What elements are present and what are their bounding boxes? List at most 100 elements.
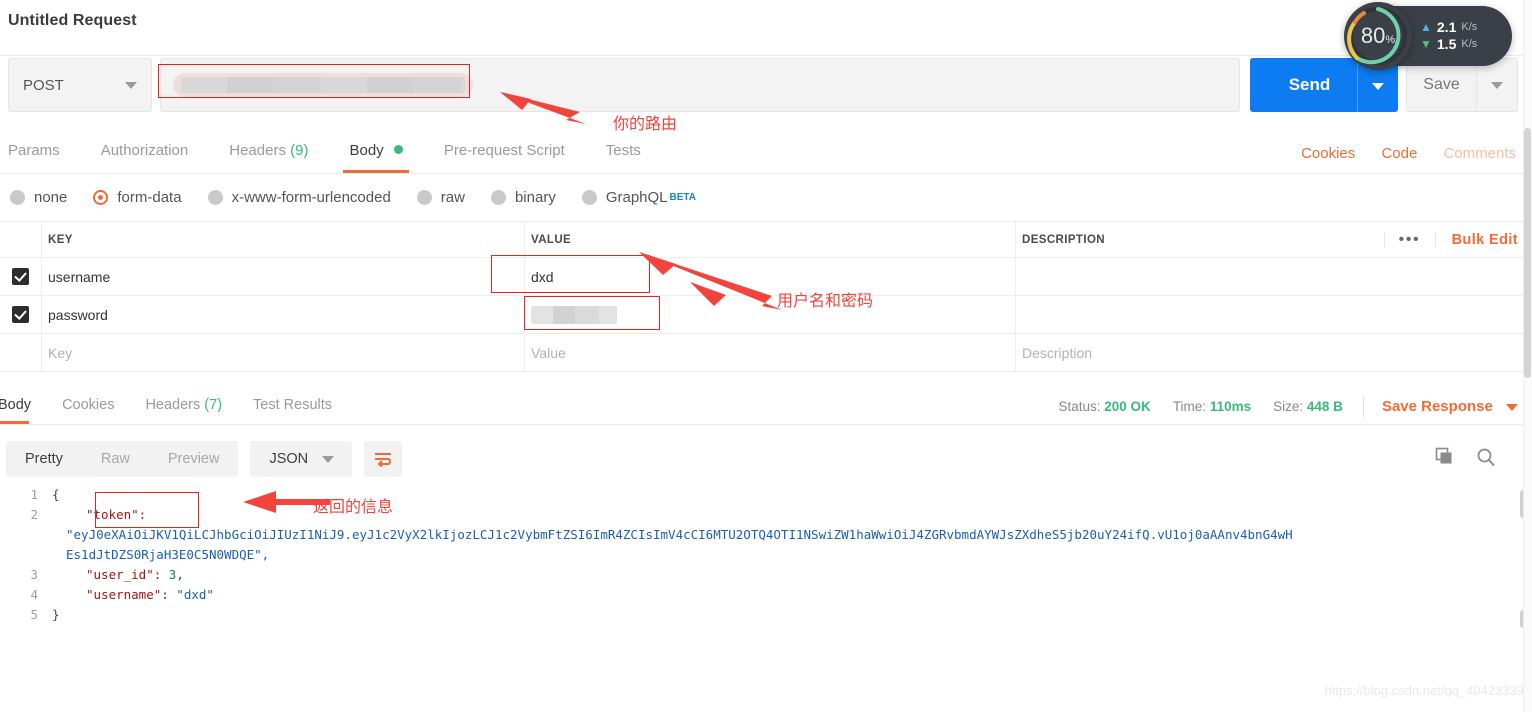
- view-preview[interactable]: Preview: [149, 451, 239, 467]
- time-label: Time:: [1172, 399, 1207, 414]
- new-value-input[interactable]: Value: [525, 334, 1016, 371]
- watermark: https://blog.csdn.net/qq_40423339: [1324, 683, 1525, 698]
- annotation-box-token: [95, 492, 199, 528]
- body-type-graphql[interactable]: GraphQL BETA: [581, 189, 697, 206]
- tab-label: Pre-request Script: [443, 142, 565, 159]
- checkbox-checked-icon: [12, 268, 29, 285]
- comments-link[interactable]: Comments: [1443, 145, 1516, 162]
- tab-headers[interactable]: Headers (9): [229, 142, 308, 173]
- annotation-route-text: 你的路由: [613, 114, 678, 133]
- response-tab-test-results[interactable]: Test Results: [253, 397, 332, 424]
- table-row: username dxd: [0, 258, 1532, 296]
- body-type-binary[interactable]: binary: [490, 189, 556, 206]
- cookies-link[interactable]: Cookies: [1301, 145, 1355, 162]
- response-body-code[interactable]: 1 { 2 "token": "eyJ0eXAiOiJKV1QiLCJhbGci…: [0, 485, 1532, 665]
- radio-icon: [490, 190, 506, 205]
- table-header-row: KEY VALUE DESCRIPTION ••• Bulk Edit: [0, 221, 1532, 258]
- response-toolbar: Pretty Raw Preview JSON: [0, 437, 1532, 481]
- more-options-icon[interactable]: •••: [1383, 232, 1436, 247]
- code-line: 4 "username": "dxd": [0, 585, 1532, 605]
- new-description-input[interactable]: Description: [1016, 334, 1532, 371]
- form-data-table: KEY VALUE DESCRIPTION ••• Bulk Edit user…: [0, 221, 1532, 372]
- response-tab-cookies[interactable]: Cookies: [62, 397, 114, 424]
- tab-count: (9): [290, 142, 309, 159]
- tab-authorization[interactable]: Authorization: [101, 142, 189, 173]
- copy-button[interactable]: [1435, 447, 1454, 471]
- response-tab-headers[interactable]: Headers (7): [145, 397, 222, 424]
- view-raw[interactable]: Raw: [82, 451, 149, 467]
- size-label: Size:: [1273, 399, 1304, 414]
- line-content: "username": "dxd": [52, 585, 214, 605]
- send-dropdown-button[interactable]: [1358, 75, 1398, 95]
- word-wrap-button[interactable]: [364, 441, 403, 477]
- annotation-credentials-text: 用户名和密码: [777, 291, 874, 310]
- chevron-down-icon: [322, 456, 335, 463]
- new-key-input[interactable]: Key: [42, 334, 525, 371]
- upload-arrow-icon: ▲: [1420, 20, 1432, 34]
- row-checkbox[interactable]: [0, 296, 42, 333]
- download-speed-unit: K/s: [1461, 38, 1478, 50]
- upload-speed-row: ▲ 2.1 K/s: [1420, 19, 1477, 36]
- annotation-box-url: [158, 64, 470, 98]
- request-title-bar: Untitled Request: [0, 0, 1532, 44]
- response-format-select[interactable]: JSON: [250, 441, 353, 477]
- upload-speed-unit: K/s: [1461, 21, 1478, 33]
- method-label: POST: [23, 76, 64, 94]
- line-content: "user_id": 3,: [52, 565, 184, 585]
- response-meta: Status: 200 OK Time: 110ms Size: 448 B S…: [1036, 395, 1518, 418]
- body-type-label: form-data: [117, 189, 182, 206]
- request-tabs-actions: Cookies Code Comments: [1279, 145, 1516, 162]
- row-checkbox-empty[interactable]: [0, 334, 42, 371]
- row-checkbox[interactable]: [0, 258, 42, 295]
- token-value-line-1: "eyJ0eXAiOiJKV1QiLCJhbGciOiJIUzI1NiJ9.ey…: [66, 527, 1293, 542]
- row-key-input[interactable]: password: [42, 296, 525, 333]
- body-modified-dot-icon: [393, 145, 403, 154]
- network-speed-widget[interactable]: 80% ▲ 2.1 K/s ▼ 1.5 K/s: [1344, 2, 1512, 70]
- tab-label: Params: [8, 142, 60, 159]
- row-description-input[interactable]: [1016, 258, 1532, 295]
- save-button[interactable]: Save: [1406, 58, 1518, 112]
- beta-badge: BETA: [669, 192, 697, 203]
- cpu-gauge: 80%: [1344, 2, 1412, 70]
- code-link[interactable]: Code: [1381, 145, 1417, 162]
- save-dropdown-button[interactable]: [1477, 76, 1517, 94]
- search-button[interactable]: [1476, 447, 1496, 472]
- tab-label: Cookies: [62, 397, 115, 413]
- annotation-box-password-value: [524, 296, 660, 330]
- body-type-x-www-form-urlencoded[interactable]: x-www-form-urlencoded: [207, 189, 391, 206]
- bulk-edit-link[interactable]: Bulk Edit: [1452, 232, 1518, 248]
- description-placeholder: Description: [1022, 344, 1093, 361]
- row-description-input[interactable]: [1016, 296, 1532, 333]
- word-wrap-icon: [375, 453, 392, 467]
- body-type-form-data[interactable]: form-data: [93, 189, 182, 206]
- response-tab-body[interactable]: Body: [0, 397, 31, 424]
- tab-label: Tests: [605, 142, 641, 159]
- table-row: password: [0, 296, 1532, 334]
- page-scrollbar[interactable]: [1523, 0, 1532, 712]
- tab-pre-request-script[interactable]: Pre-request Script: [444, 142, 565, 173]
- row-key-input[interactable]: username: [42, 258, 525, 295]
- size-value: 448 B: [1306, 399, 1343, 414]
- body-type-raw[interactable]: raw: [416, 189, 465, 206]
- tab-tests[interactable]: Tests: [606, 142, 641, 173]
- tab-body[interactable]: Body: [343, 142, 410, 173]
- save-response-button[interactable]: Save Response: [1382, 398, 1518, 415]
- page-scrollbar-thumb[interactable]: [1524, 128, 1531, 378]
- status-label: Status:: [1058, 399, 1101, 414]
- header-check-cell: [0, 222, 42, 257]
- body-type-none[interactable]: none: [10, 189, 67, 206]
- speed-readouts: ▲ 2.1 K/s ▼ 1.5 K/s: [1420, 19, 1477, 53]
- row-key-text: username: [48, 268, 111, 285]
- method-select[interactable]: POST: [8, 58, 152, 112]
- tab-params[interactable]: Params: [8, 142, 60, 173]
- time-block: Time: 110ms: [1173, 399, 1251, 414]
- time-value: 110ms: [1209, 399, 1252, 414]
- format-dropdown[interactable]: [318, 450, 348, 468]
- line-content: {: [52, 487, 60, 502]
- view-pretty[interactable]: Pretty: [6, 451, 82, 467]
- annotation-box-username-value: [491, 255, 650, 293]
- request-tabs: Params Authorization Headers (9) Body Pr…: [0, 128, 1532, 174]
- download-arrow-icon: ▼: [1420, 37, 1432, 51]
- body-type-label: none: [34, 189, 68, 206]
- value-placeholder: Value: [531, 344, 566, 361]
